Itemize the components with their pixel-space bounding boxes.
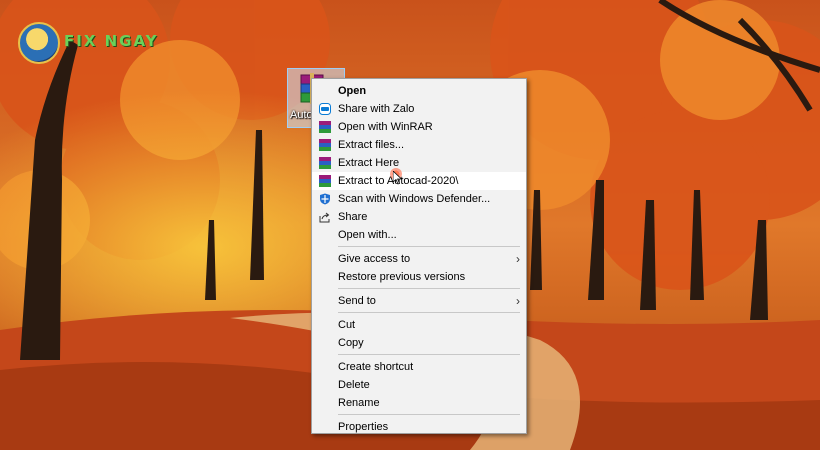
menu-item-label: Open with WinRAR — [338, 121, 433, 133]
menu-item-label: Send to — [338, 295, 376, 307]
winrar-icon — [319, 157, 331, 169]
menu-item-label: Give access to — [338, 253, 411, 265]
menu-item-open-with[interactable]: Open with... — [312, 226, 526, 244]
menu-item-label: Delete — [338, 379, 370, 391]
menu-separator — [338, 288, 520, 289]
menu-item-open[interactable]: Open — [312, 82, 526, 100]
menu-item-open-with-winrar[interactable]: Open with WinRAR — [312, 118, 526, 136]
chevron-right-icon: › — [516, 294, 520, 308]
menu-item-label: Create shortcut — [338, 361, 414, 373]
menu-item-extract-files[interactable]: Extract files... — [312, 136, 526, 154]
zalo-icon — [319, 103, 331, 115]
menu-item-send-to[interactable]: Send to › — [312, 292, 526, 310]
menu-item-label: Open with... — [338, 229, 397, 241]
menu-separator — [338, 354, 520, 355]
logo-text: FIX NGAY — [64, 32, 159, 50]
menu-item-create-shortcut[interactable]: Create shortcut — [312, 358, 526, 376]
menu-item-copy[interactable]: Copy — [312, 334, 526, 352]
menu-separator — [338, 246, 520, 247]
logo-badge-icon — [18, 22, 60, 64]
chevron-right-icon: › — [516, 252, 520, 266]
menu-item-delete[interactable]: Delete — [312, 376, 526, 394]
share-icon — [319, 212, 330, 223]
menu-item-restore-previous-versions[interactable]: Restore previous versions — [312, 268, 526, 286]
menu-item-give-access-to[interactable]: Give access to › — [312, 250, 526, 268]
menu-item-scan-with-defender[interactable]: Scan with Windows Defender... — [312, 190, 526, 208]
menu-item-label: Share with Zalo — [338, 103, 415, 115]
menu-item-label: Extract files... — [338, 139, 405, 151]
winrar-icon — [319, 175, 331, 187]
menu-item-share-with-zalo[interactable]: Share with Zalo — [312, 100, 526, 118]
menu-item-label: Share — [338, 211, 368, 223]
menu-item-properties[interactable]: Properties — [312, 418, 526, 436]
menu-item-rename[interactable]: Rename — [312, 394, 526, 412]
menu-item-label: Scan with Windows Defender... — [338, 193, 491, 205]
menu-item-share[interactable]: Share — [312, 208, 526, 226]
mouse-cursor — [390, 168, 404, 185]
menu-separator — [338, 414, 520, 415]
menu-item-label: Cut — [338, 319, 356, 331]
context-menu: Open Share with Zalo Open with WinRAR Ex… — [311, 78, 527, 434]
menu-item-label: Restore previous versions — [338, 271, 466, 283]
winrar-icon — [319, 139, 331, 151]
menu-separator — [338, 312, 520, 313]
menu-item-cut[interactable]: Cut — [312, 316, 526, 334]
watermark-logo: FIX NGAY — [18, 22, 178, 72]
pointer-icon — [393, 171, 403, 185]
menu-item-label: Rename — [338, 397, 380, 409]
menu-item-label: Copy — [338, 337, 364, 349]
defender-shield-icon — [320, 193, 330, 205]
winrar-icon — [319, 121, 331, 133]
menu-item-label: Properties — [338, 421, 389, 433]
menu-item-label: Open — [338, 85, 367, 97]
menu-item-extract-here[interactable]: Extract Here — [312, 154, 526, 172]
menu-item-extract-to-folder[interactable]: Extract to Autocad-2020\ — [312, 172, 526, 190]
